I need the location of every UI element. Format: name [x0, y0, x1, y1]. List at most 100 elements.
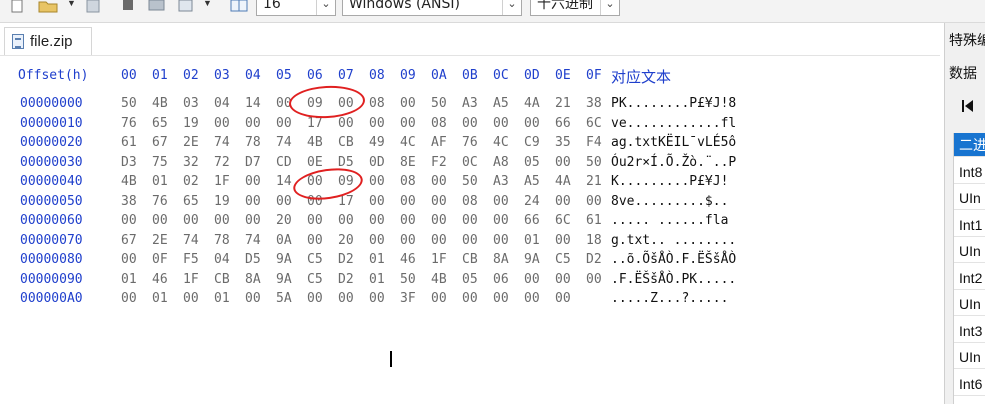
row-text[interactable]: g.txt.. ........ — [611, 233, 736, 248]
hex-byte[interactable]: 00 — [245, 194, 261, 209]
hex-byte[interactable]: 38 — [121, 194, 137, 209]
hex-byte[interactable]: 74 — [183, 233, 199, 248]
hex-byte[interactable]: CB — [462, 252, 478, 267]
hex-byte[interactable]: 00 — [493, 291, 509, 306]
hex-byte[interactable]: 72 — [214, 155, 230, 170]
row-text[interactable]: ag.txtKËIL¯vLÉ5ô — [611, 135, 736, 150]
open-dropdown-icon[interactable]: ▼ — [67, 0, 76, 8]
hex-byte[interactable]: A5 — [524, 174, 540, 189]
hex-byte[interactable]: 00 — [524, 291, 540, 306]
hex-byte[interactable]: 75 — [152, 155, 168, 170]
hex-byte[interactable]: 66 — [555, 116, 571, 131]
row-text[interactable]: 8ve.........$.. — [611, 194, 728, 209]
hex-byte[interactable]: A3 — [462, 96, 478, 111]
hex-byte[interactable]: CB — [214, 272, 230, 287]
hex-byte[interactable]: 8A — [493, 252, 509, 267]
hex-byte[interactable]: 00 — [307, 233, 323, 248]
hex-byte[interactable]: 00 — [493, 194, 509, 209]
hex-byte[interactable]: 14 — [276, 174, 292, 189]
hex-byte[interactable]: 9A — [276, 252, 292, 267]
hex-byte[interactable]: 00 — [493, 233, 509, 248]
hex-byte[interactable]: 67 — [152, 135, 168, 150]
hex-byte[interactable]: 4C — [400, 135, 416, 150]
bytes-per-row-select[interactable]: 16 ⌄ — [256, 0, 336, 16]
row-text[interactable]: K.........P£¥J! — [611, 174, 728, 189]
save-icon[interactable] — [86, 0, 100, 14]
data-type-item[interactable]: UIn — [954, 292, 985, 316]
hex-byte[interactable]: 00 — [369, 213, 385, 228]
row-text[interactable]: ..õ.ÕšÅÒ.F.ËŠšÅÒ — [611, 252, 736, 267]
hex-byte[interactable]: 4C — [493, 135, 509, 150]
hex-byte[interactable]: 00 — [400, 194, 416, 209]
hex-byte[interactable]: 74 — [276, 135, 292, 150]
hex-byte[interactable]: 19 — [214, 194, 230, 209]
hex-byte[interactable]: 00 — [586, 194, 602, 209]
hex-byte[interactable]: 00 — [431, 291, 447, 306]
hex-byte[interactable]: 0E — [307, 155, 323, 170]
hex-byte[interactable]: 00 — [276, 116, 292, 131]
hex-byte[interactable]: 50 — [121, 96, 137, 111]
properties-icon[interactable] — [148, 0, 166, 14]
hex-byte[interactable]: 00 — [400, 233, 416, 248]
hex-byte[interactable]: 00 — [400, 116, 416, 131]
hex-byte[interactable]: F4 — [586, 135, 602, 150]
hex-byte[interactable]: 00 — [121, 252, 137, 267]
hex-byte[interactable]: 65 — [183, 194, 199, 209]
first-page-icon[interactable] — [961, 99, 975, 113]
hex-byte[interactable]: 8E — [400, 155, 416, 170]
hex-byte[interactable]: 00 — [214, 116, 230, 131]
hex-byte[interactable]: 00 — [369, 194, 385, 209]
hex-byte[interactable]: 00 — [307, 291, 323, 306]
hex-byte[interactable]: D5 — [245, 252, 261, 267]
hex-byte[interactable]: 4A — [524, 96, 540, 111]
hex-byte[interactable]: A3 — [493, 174, 509, 189]
hex-byte[interactable]: 02 — [183, 174, 199, 189]
radix-select[interactable]: 十六进制 ⌄ — [530, 0, 620, 16]
hex-byte[interactable]: 8A — [245, 272, 261, 287]
hex-byte[interactable]: 00 — [431, 194, 447, 209]
hex-byte[interactable]: F5 — [183, 252, 199, 267]
hex-byte[interactable]: CD — [276, 155, 292, 170]
hex-byte[interactable]: 00 — [214, 213, 230, 228]
hex-byte[interactable]: 01 — [152, 291, 168, 306]
data-type-item[interactable]: UIn — [954, 239, 985, 263]
hex-byte[interactable]: 0F — [152, 252, 168, 267]
hex-byte[interactable]: 08 — [462, 194, 478, 209]
hex-byte[interactable]: 9A — [276, 272, 292, 287]
hex-byte[interactable]: 00 — [431, 213, 447, 228]
hex-byte[interactable]: 00 — [431, 174, 447, 189]
hex-byte[interactable]: 00 — [462, 213, 478, 228]
print-icon[interactable] — [121, 0, 135, 14]
hex-byte[interactable]: 67 — [121, 233, 137, 248]
hex-byte[interactable]: 00 — [555, 291, 571, 306]
hex-byte[interactable]: 2E — [183, 135, 199, 150]
hex-byte[interactable]: 04 — [214, 252, 230, 267]
hex-byte[interactable]: 00 — [462, 291, 478, 306]
hex-byte[interactable]: 6C — [555, 213, 571, 228]
hex-byte[interactable]: 00 — [183, 291, 199, 306]
hex-byte[interactable]: 00 — [369, 233, 385, 248]
data-type-item[interactable]: UIn — [954, 345, 985, 369]
hex-byte[interactable]: 00 — [245, 174, 261, 189]
hex-byte[interactable]: 00 — [245, 291, 261, 306]
hex-byte[interactable]: 00 — [183, 213, 199, 228]
hex-byte[interactable]: 00 — [369, 174, 385, 189]
data-type-item[interactable]: Int3 — [954, 319, 985, 343]
hex-byte[interactable]: 00 — [555, 233, 571, 248]
hex-byte[interactable]: 06 — [493, 272, 509, 287]
hex-byte[interactable]: 01 — [152, 174, 168, 189]
hex-editor-view[interactable]: Offset(h) 00 01 02 03 04 05 06 07 08 09 0A 0B 0C 0D 0E… — [0, 56, 940, 404]
hex-byte[interactable]: 00 — [462, 116, 478, 131]
hex-byte[interactable]: 00 — [462, 233, 478, 248]
hex-byte[interactable]: 00 — [245, 213, 261, 228]
hex-byte[interactable]: 21 — [586, 174, 602, 189]
export-dropdown-icon[interactable]: ▼ — [203, 0, 212, 8]
hex-byte[interactable]: 00 — [524, 272, 540, 287]
hex-byte[interactable]: 08 — [400, 174, 416, 189]
hex-byte[interactable]: 1F — [183, 272, 199, 287]
row-text[interactable]: PK........P£¥J!8 — [611, 96, 736, 111]
grid-icon[interactable] — [230, 0, 248, 14]
hex-byte[interactable]: 01 — [214, 291, 230, 306]
hex-byte[interactable]: 00 — [524, 116, 540, 131]
hex-byte[interactable]: 4B — [121, 174, 137, 189]
